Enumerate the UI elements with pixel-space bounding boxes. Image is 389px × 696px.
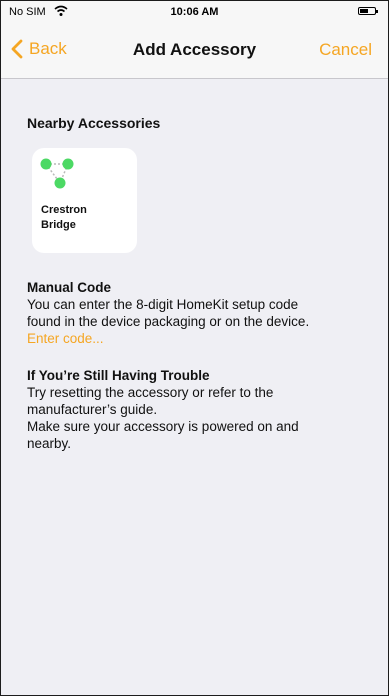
trouble-text-3: Make sure your accessory is powered on a… — [27, 419, 299, 434]
trouble-text-1: Try resetting the accessory or refer to … — [27, 385, 274, 400]
enter-code-link[interactable]: Enter code... — [27, 330, 367, 347]
trouble-text-2: manufacturer’s guide. — [27, 402, 158, 417]
manual-code-text-1: You can enter the 8-digit HomeKit setup … — [27, 297, 299, 312]
nearby-accessories-heading: Nearby Accessories — [27, 115, 161, 131]
phone-screen: No SIM 10:06 AM Back Add Accessory Cance… — [0, 0, 389, 696]
trouble-section: If You’re Still Having Trouble Try reset… — [27, 367, 367, 452]
crestron-bridge-icon — [40, 158, 74, 189]
cancel-button[interactable]: Cancel — [319, 40, 372, 60]
battery-icon — [358, 7, 378, 15]
trouble-heading: If You’re Still Having Trouble — [27, 368, 210, 383]
navigation-bar: Back Add Accessory Cancel — [1, 23, 388, 79]
manual-code-section: Manual Code You can enter the 8-digit Ho… — [27, 279, 367, 347]
accessory-name: Crestron Bridge — [41, 204, 87, 231]
manual-code-heading: Manual Code — [27, 280, 112, 295]
manual-code-text-2: found in the device packaging or on the … — [27, 314, 310, 329]
trouble-text-4: nearby. — [27, 436, 72, 451]
status-time: 10:06 AM — [170, 6, 219, 18]
accessory-tile-crestron-bridge[interactable]: Crestron Bridge — [32, 148, 137, 253]
status-bar: No SIM 10:06 AM — [1, 1, 388, 23]
